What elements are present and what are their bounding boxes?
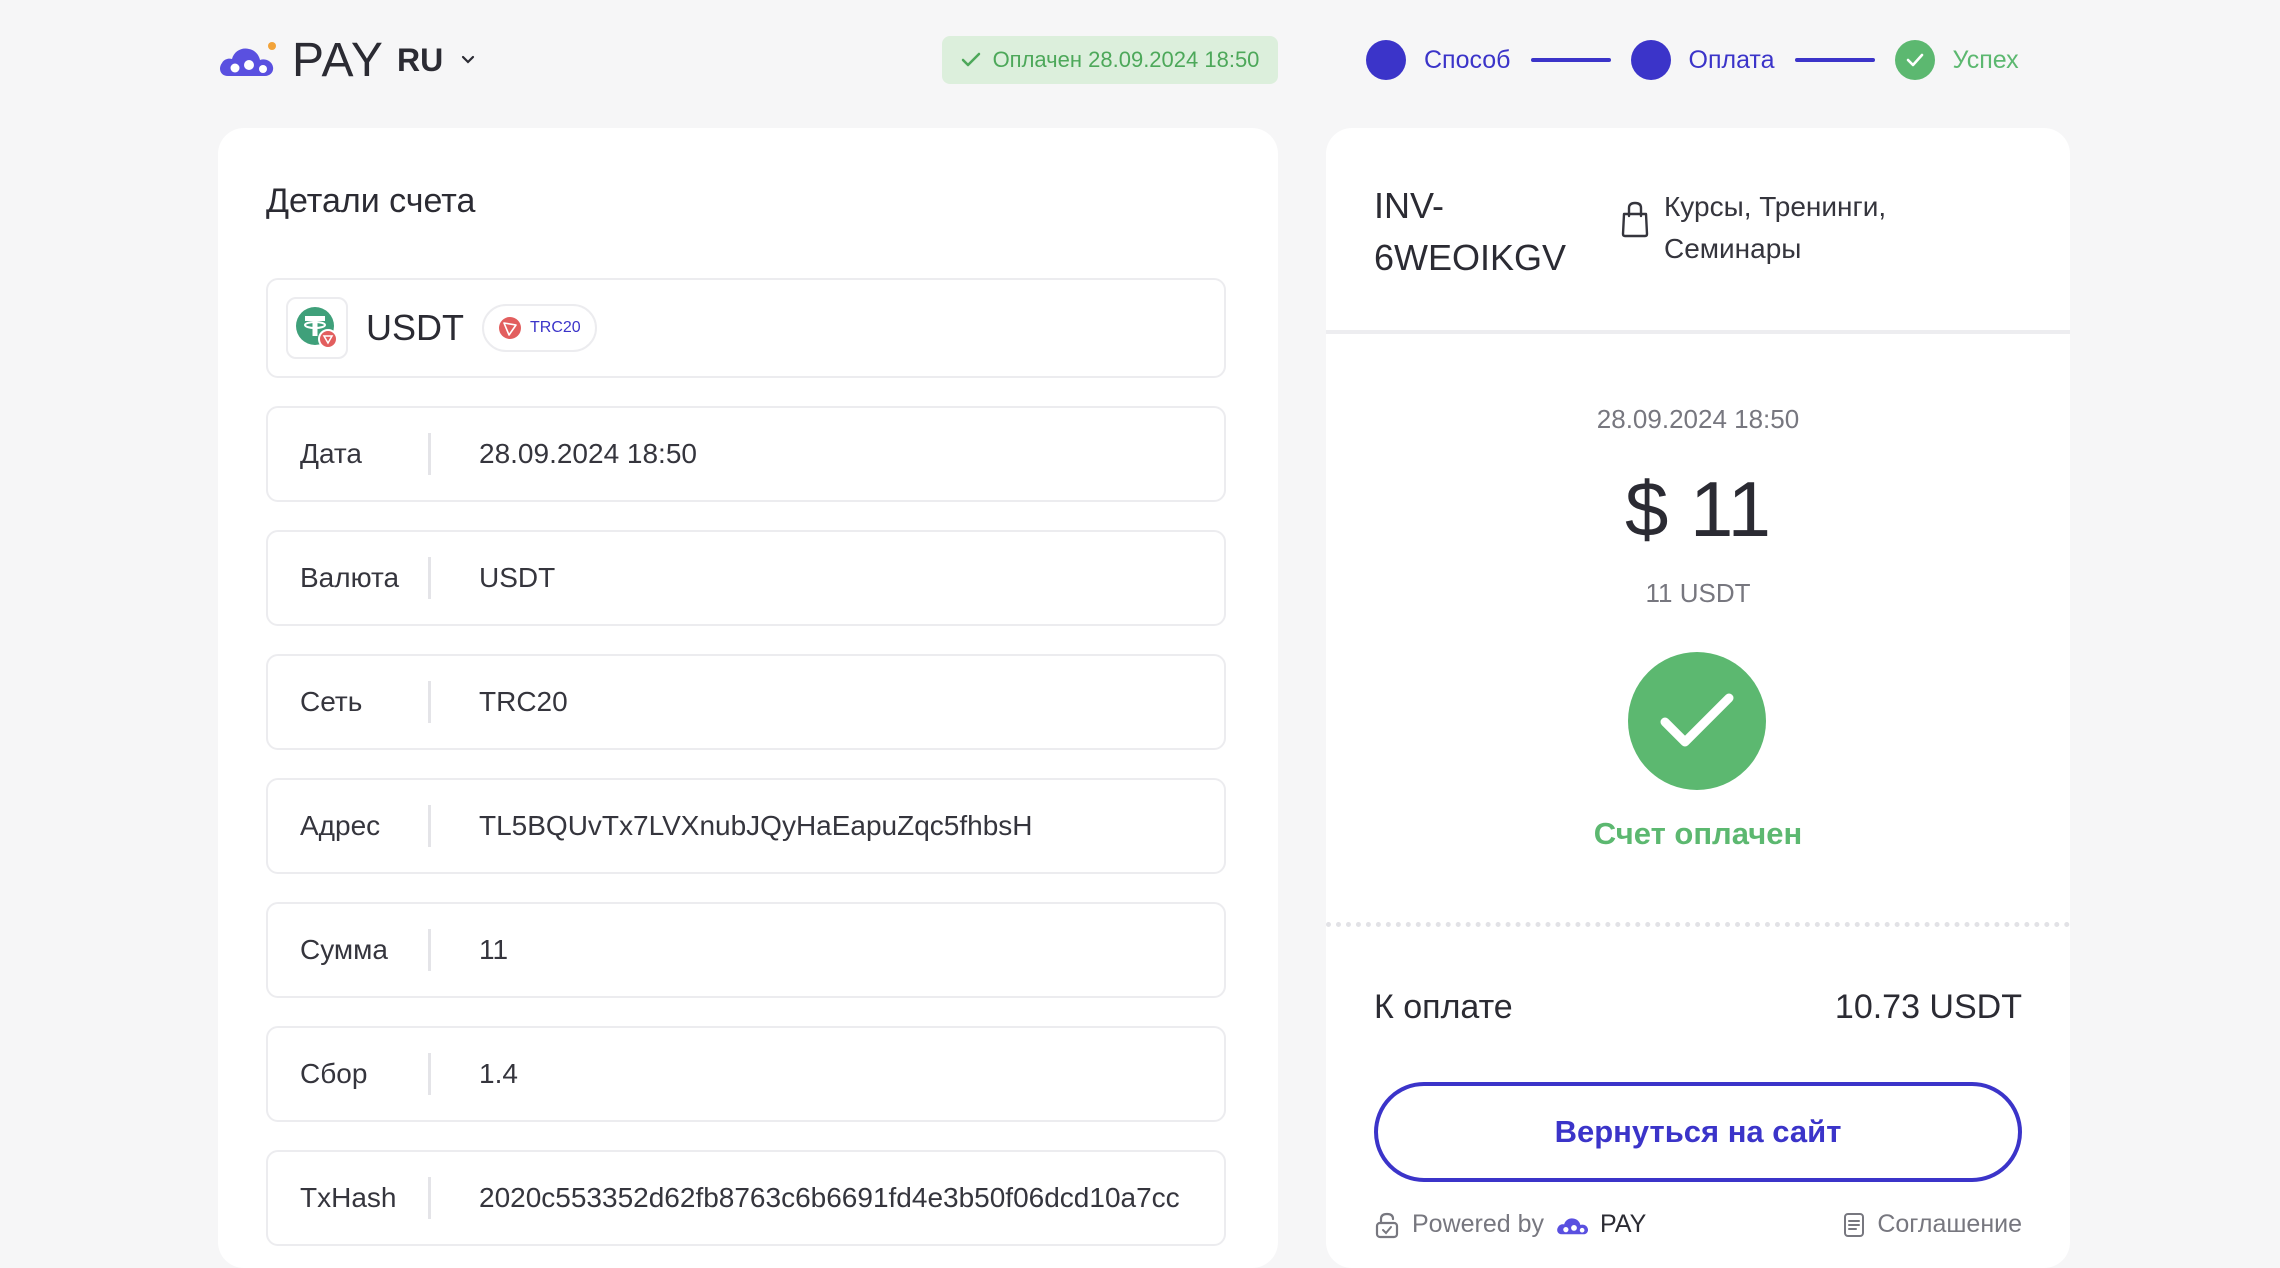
status-badge: Оплачен 28.09.2024 18:50	[942, 36, 1278, 84]
detail-key: Дата	[300, 438, 363, 469]
paid-status-text: Счет оплачен	[1593, 816, 1803, 851]
details-title: Детали счета	[266, 182, 476, 220]
dotted-divider	[1326, 922, 2070, 927]
network-chip: TRC20	[482, 304, 597, 352]
step-connector	[1530, 58, 1611, 62]
logo[interactable]: PAY	[218, 30, 384, 90]
amount-due-label: К оплате	[1374, 988, 1513, 1026]
detail-key: Валюта	[300, 562, 400, 593]
detail-value: USDT	[479, 562, 556, 593]
detail-key: Адрес	[300, 810, 381, 841]
tether-logo-icon	[296, 307, 338, 349]
detail-key: Сбор	[300, 1058, 368, 1089]
step-3-label: Успех	[1952, 45, 2019, 74]
progress-stepper: Способ Оплата Успех	[1366, 38, 2019, 82]
agreement-text: Соглашение	[1877, 1210, 2022, 1238]
payment-date: 28.09.2024 18:50	[1596, 404, 1800, 434]
step-2-label: Оплата	[1688, 45, 1775, 74]
detail-value[interactable]: 2020c553352d62fb8763c6b6691fd4e3b50f06dc…	[431, 1182, 1180, 1214]
tron-icon	[499, 317, 521, 339]
detail-key: TxHash	[300, 1182, 397, 1213]
powered-by-brand: PAY	[1600, 1210, 1647, 1238]
detail-row-currency: Валюта USDT	[266, 530, 1226, 626]
cloud-logo-icon	[220, 42, 276, 76]
shopping-bag-icon	[1621, 201, 1649, 238]
detail-value[interactable]: TL5BQUvTx7LVXnubJQyHaEapuZqc5fhbsH	[431, 810, 1033, 842]
detail-value: 11	[479, 934, 509, 965]
invoice-category-text: Курсы, Тренинги, Семинары	[1664, 191, 1887, 264]
powered-by-text: Powered by	[1412, 1210, 1545, 1238]
invoice-id: INV-6WEOIKGV	[1374, 185, 1567, 278]
detail-key: Сумма	[300, 934, 388, 965]
detail-key: Сеть	[300, 686, 363, 717]
payment-amount: $ 11	[1624, 465, 1772, 553]
language-selector[interactable]: RU	[397, 36, 475, 84]
divider	[1326, 330, 2070, 334]
language-label: RU	[397, 41, 444, 78]
lock-icon	[1375, 1212, 1399, 1238]
step-3-dot	[1894, 40, 1935, 80]
payment-crypto-amount: 11 USDT	[1645, 578, 1751, 608]
amount-due-value: 10.73 USDT	[1834, 988, 2022, 1026]
invoice-details-card: Детали счета USDT TRC20 Дата 28.09.2024 …	[218, 128, 1278, 1268]
tether-icon	[286, 297, 348, 359]
check-icon	[961, 52, 980, 67]
detail-value: 1.4	[479, 1058, 518, 1089]
step-2-dot	[1630, 40, 1671, 80]
powered-by: Powered by PAY	[1374, 1210, 1646, 1239]
detail-row-date: Дата 28.09.2024 18:50	[266, 406, 1226, 502]
detail-value: TRC20	[479, 686, 568, 717]
step-connector	[1794, 58, 1875, 62]
detail-row-sum: Сумма 11	[266, 902, 1226, 998]
step-1-label: Способ	[1424, 45, 1511, 74]
agreement-link[interactable]: Соглашение	[1843, 1210, 2022, 1239]
coin-name: USDT	[366, 307, 464, 348]
check-icon	[1906, 53, 1923, 67]
document-icon	[1844, 1212, 1865, 1237]
invoice-category: Курсы, Тренинги, Семинары	[1620, 186, 1924, 270]
return-to-site-button[interactable]: Вернуться на сайт	[1374, 1082, 2022, 1182]
cloud-logo-icon	[1557, 1217, 1589, 1234]
detail-row-network: Сеть TRC20	[266, 654, 1226, 750]
logo-text: PAY	[292, 33, 384, 87]
detail-row-address: Адрес TL5BQUvTx7LVXnubJQyHaEapuZqc5fhbsH	[266, 778, 1226, 874]
step-1-dot	[1366, 40, 1406, 80]
network-chip-label: TRC20	[530, 319, 581, 336]
detail-value: 28.09.2024 18:50	[479, 438, 697, 469]
detail-row-fee: Сбор 1.4	[266, 1026, 1226, 1122]
coin-row: USDT TRC20	[266, 278, 1226, 378]
invoice-summary-card: INV-6WEOIKGV Курсы, Тренинги, Семинары 2…	[1326, 128, 2070, 1268]
status-badge-text: Оплачен 28.09.2024 18:50	[992, 47, 1260, 72]
success-check-icon	[1628, 652, 1766, 790]
chevron-down-icon	[462, 55, 475, 64]
detail-row-txhash: TxHash 2020c553352d62fb8763c6b6691fd4e3b…	[266, 1150, 1226, 1246]
